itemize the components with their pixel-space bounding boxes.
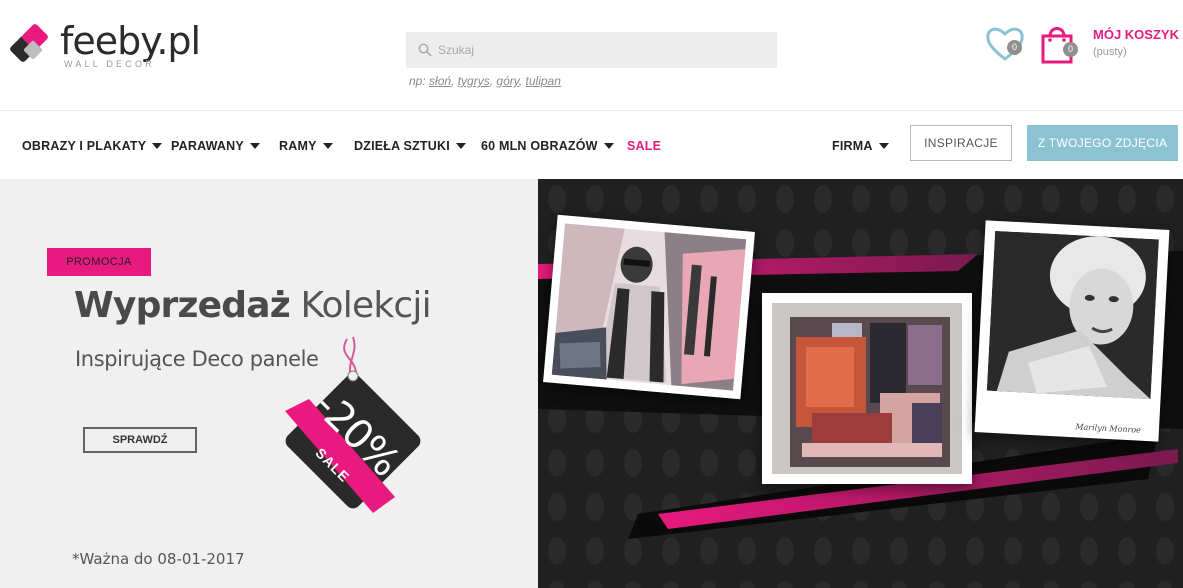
custom-photo-button[interactable]: Z TWOJEGO ZDJĘCIA — [1027, 125, 1178, 161]
cart-count-badge: 0 — [1063, 42, 1078, 57]
site-logo[interactable]: feeby.pl WALL DECOR — [8, 19, 201, 70]
nav-item-ramy[interactable]: RAMY — [279, 139, 333, 153]
cart-summary[interactable]: MÓJ KOSZYK (pusty) — [1093, 27, 1179, 58]
artwork-frame-abstract — [762, 293, 972, 484]
banner-headline: Wyprzedaż Kolekcji — [74, 285, 432, 326]
search-input[interactable] — [438, 43, 758, 57]
search-hint-prefix: np: — [409, 74, 426, 88]
nav-item-parawany[interactable]: PARAWANY — [171, 139, 260, 153]
artwork-signature: Marilyn Monroe — [1075, 422, 1142, 435]
artwork-frame-woman — [543, 214, 755, 400]
nav-item-dziela-sztuki[interactable]: DZIEŁA SZTUKI — [354, 139, 466, 153]
headline-rest: Kolekcji — [300, 285, 432, 326]
inspiration-button[interactable]: INSPIRACJE — [910, 125, 1012, 161]
search-suggestion-link[interactable]: tygrys — [458, 74, 490, 88]
nav-item-label: 60 MLN OBRAZÓW — [481, 139, 598, 153]
nav-item-label: PARAWANY — [171, 139, 244, 153]
wishlist-count-badge: 0 — [1007, 40, 1022, 55]
artwork-woman-image — [551, 223, 747, 391]
site-header: feeby.pl WALL DECOR np: słoń, tygrys, gó… — [0, 0, 1183, 111]
search-box[interactable] — [406, 32, 777, 68]
cart-button[interactable]: 0 — [1037, 22, 1081, 66]
caret-down-icon — [603, 143, 614, 149]
search-suggestion-link[interactable]: tulipan — [526, 74, 561, 88]
banner-image-panel: Marilyn Monroe — [538, 179, 1183, 588]
caret-down-icon — [249, 143, 260, 149]
search-suggestion-link[interactable]: słoń — [429, 74, 451, 88]
search-hint: np: słoń, tygrys, góry, tulipan — [409, 74, 561, 88]
nav-item-label: RAMY — [279, 139, 317, 153]
nav-item-label: FIRMA — [832, 139, 873, 153]
artwork-frame-marilyn: Marilyn Monroe — [974, 220, 1170, 442]
nav-item-label: DZIEŁA SZTUKI — [354, 139, 450, 153]
nav-item-sale[interactable]: SALE — [627, 139, 661, 153]
nav-item-label: OBRAZY I PLAKATY — [22, 139, 147, 153]
promo-tag: PROMOCJA — [47, 248, 151, 276]
logo-name: feeby.pl — [60, 19, 201, 63]
artwork-abstract-image — [772, 303, 962, 474]
wishlist-button[interactable]: 0 — [985, 24, 1025, 64]
nav-item-label: SALE — [627, 139, 662, 153]
check-button[interactable]: SPRAWDŹ — [83, 427, 197, 453]
caret-down-icon — [455, 143, 466, 149]
main-nav: OBRAZY I PLAKATY PARAWANY RAMY DZIEŁA SZ… — [0, 111, 1183, 179]
artwork-marilyn-image — [986, 230, 1159, 400]
caret-down-icon — [152, 143, 163, 149]
logo-mark-icon — [8, 22, 56, 70]
banner-text-panel: PROMOCJA Wyprzedaż Kolekcji Inspirujące … — [0, 179, 538, 588]
nav-item-firma[interactable]: FIRMA — [832, 139, 889, 153]
caret-down-icon — [878, 143, 889, 149]
cart-status: (pusty) — [1093, 46, 1127, 58]
promo-validity: *Ważna do 08-01-2017 — [72, 550, 245, 568]
cart-title: MÓJ KOSZYK — [1093, 27, 1179, 42]
search-suggestion-link[interactable]: góry — [496, 74, 518, 88]
headline-bold: Wyprzedaż — [74, 285, 291, 326]
nav-item-obrazy[interactable]: OBRAZY I PLAKATY — [22, 139, 163, 153]
caret-down-icon — [322, 143, 333, 149]
search-icon — [418, 43, 432, 57]
promo-banner[interactable]: PROMOCJA Wyprzedaż Kolekcji Inspirujące … — [0, 179, 1183, 588]
nav-item-60-mln-obrazow[interactable]: 60 MLN OBRAZÓW — [481, 139, 614, 153]
